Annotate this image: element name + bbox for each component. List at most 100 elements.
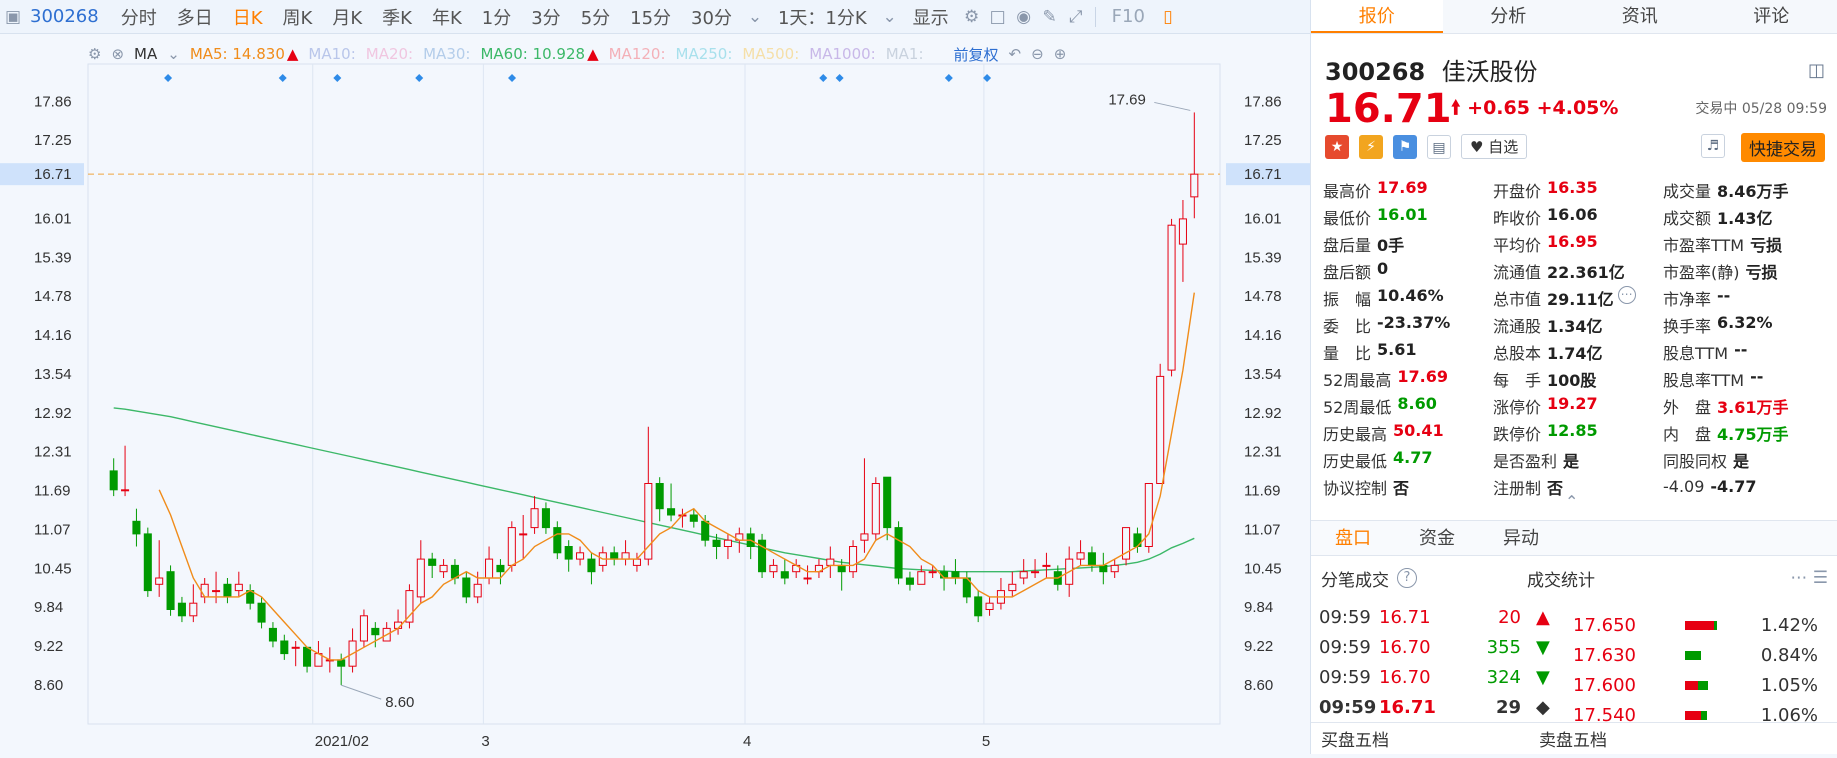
- bell-icon[interactable]: ♬: [1701, 134, 1725, 158]
- candle-body[interactable]: [838, 565, 845, 571]
- candle-body[interactable]: [952, 572, 959, 578]
- period-tab[interactable]: 分时: [111, 4, 167, 30]
- tag-icon[interactable]: ⚑: [1393, 135, 1417, 159]
- candle-body[interactable]: [565, 547, 572, 560]
- candle-body[interactable]: [360, 616, 367, 641]
- candle-body[interactable]: [144, 534, 151, 591]
- candle-body[interactable]: [167, 572, 174, 610]
- candle-body[interactable]: [770, 565, 777, 571]
- collapse-icon[interactable]: ⌃: [1565, 492, 1578, 511]
- candle-body[interactable]: [1157, 376, 1164, 483]
- candle-body[interactable]: [1088, 553, 1095, 566]
- candle-body[interactable]: [690, 515, 697, 521]
- candle-body[interactable]: [133, 521, 140, 534]
- candle-body[interactable]: [656, 484, 663, 509]
- candle-body[interactable]: [577, 553, 584, 559]
- tab-orderbook[interactable]: 盘口: [1311, 521, 1395, 555]
- candle-body[interactable]: [406, 591, 413, 623]
- layout-icon[interactable]: ◫: [1808, 60, 1825, 81]
- expand-icon[interactable]: ⤢: [1063, 6, 1089, 28]
- candle-body[interactable]: [508, 528, 515, 566]
- candle-body[interactable]: [213, 591, 220, 592]
- period-tab[interactable]: 月K: [322, 4, 372, 30]
- panel-toggle-icon[interactable]: ▯: [1155, 6, 1181, 28]
- candle-body[interactable]: [156, 578, 163, 584]
- chevron-down-icon[interactable]: ⌄: [742, 6, 768, 28]
- period-tab-active[interactable]: 日K: [223, 4, 273, 30]
- period-tab[interactable]: 1分: [472, 4, 521, 30]
- pen-icon[interactable]: ✎: [1037, 6, 1063, 28]
- candle-body[interactable]: [1043, 565, 1050, 566]
- candle-body[interactable]: [906, 578, 913, 584]
- candle-body[interactable]: [235, 584, 242, 590]
- candle-body[interactable]: [520, 534, 527, 535]
- candle-body[interactable]: [531, 509, 538, 528]
- candle-body[interactable]: [929, 572, 936, 573]
- candle-body[interactable]: [895, 528, 902, 578]
- period-tab[interactable]: 年K: [422, 4, 472, 30]
- candle-body[interactable]: [542, 509, 549, 528]
- watchlist-button[interactable]: ♥ 自选: [1461, 134, 1527, 159]
- candle-body[interactable]: [292, 647, 299, 648]
- candle-body[interactable]: [440, 565, 447, 571]
- period-tab[interactable]: 周K: [273, 4, 323, 30]
- camera-icon[interactable]: ◉: [1011, 6, 1037, 28]
- candle-body[interactable]: [1191, 174, 1198, 197]
- tab-news[interactable]: 资讯: [1574, 0, 1706, 33]
- candle-body[interactable]: [201, 584, 208, 597]
- candle-body[interactable]: [861, 534, 868, 540]
- candle-body[interactable]: [668, 509, 675, 515]
- candle-body[interactable]: [122, 490, 129, 491]
- candle-body[interactable]: [827, 559, 834, 565]
- candle-body[interactable]: [781, 572, 788, 578]
- candle-body[interactable]: [622, 553, 629, 559]
- candle-body[interactable]: [1077, 553, 1084, 559]
- candle-body[interactable]: [1032, 572, 1039, 573]
- tab-analysis[interactable]: 分析: [1443, 0, 1575, 33]
- candle-body[interactable]: [713, 540, 720, 546]
- mode-select[interactable]: 1天：1分K: [768, 4, 877, 30]
- candle-body[interactable]: [884, 477, 891, 527]
- display-menu[interactable]: 显示: [903, 4, 959, 30]
- candle-body[interactable]: [918, 572, 925, 585]
- candle-body[interactable]: [463, 578, 470, 597]
- candle-body[interactable]: [1111, 565, 1118, 571]
- candle-body[interactable]: [372, 628, 379, 634]
- period-tab[interactable]: 多日: [167, 4, 223, 30]
- candle-body[interactable]: [178, 603, 185, 616]
- tab-comments[interactable]: 评论: [1706, 0, 1837, 33]
- candle-body[interactable]: [1179, 219, 1186, 244]
- candle-body[interactable]: [1168, 225, 1175, 370]
- candle-body[interactable]: [1009, 584, 1016, 590]
- chevron-down-icon[interactable]: ⌄: [877, 6, 903, 28]
- candle-body[interactable]: [554, 528, 561, 553]
- help-icon[interactable]: ?: [1397, 568, 1417, 588]
- candle-body[interactable]: [224, 584, 231, 597]
- candle-body[interactable]: [429, 559, 436, 565]
- candle-body[interactable]: [588, 559, 595, 572]
- candle-body[interactable]: [804, 578, 811, 579]
- f10-button[interactable]: F10: [1102, 6, 1155, 27]
- candle-body[interactable]: [633, 559, 640, 565]
- period-tab[interactable]: 5分: [571, 4, 620, 30]
- sidebar-toggle-icon[interactable]: ▣: [0, 6, 26, 28]
- lightning-icon[interactable]: ⚡: [1359, 135, 1383, 159]
- candle-body[interactable]: [497, 565, 504, 571]
- candle-body[interactable]: [269, 628, 276, 641]
- period-tab[interactable]: 15分: [620, 4, 681, 30]
- period-tab[interactable]: 季K: [372, 4, 422, 30]
- more-icon[interactable]: ⋯ ☰: [1790, 568, 1828, 588]
- candle-body[interactable]: [486, 559, 493, 578]
- candle-body[interactable]: [975, 597, 982, 616]
- candle-body[interactable]: [190, 603, 197, 616]
- settings-icon[interactable]: ⚙: [959, 6, 985, 28]
- candle-body[interactable]: [338, 660, 345, 666]
- kline-chart-svg[interactable]: 2021/0234517.8617.8617.2517.2516.7116.71…: [0, 34, 1310, 754]
- square-icon[interactable]: □: [985, 6, 1011, 28]
- tab-movement[interactable]: 异动: [1479, 521, 1563, 555]
- candle-body[interactable]: [645, 484, 652, 560]
- candle-body[interactable]: [724, 540, 731, 546]
- candle-body[interactable]: [474, 584, 481, 597]
- candle-body[interactable]: [872, 484, 879, 534]
- fast-trade-button[interactable]: 快捷交易: [1741, 133, 1825, 162]
